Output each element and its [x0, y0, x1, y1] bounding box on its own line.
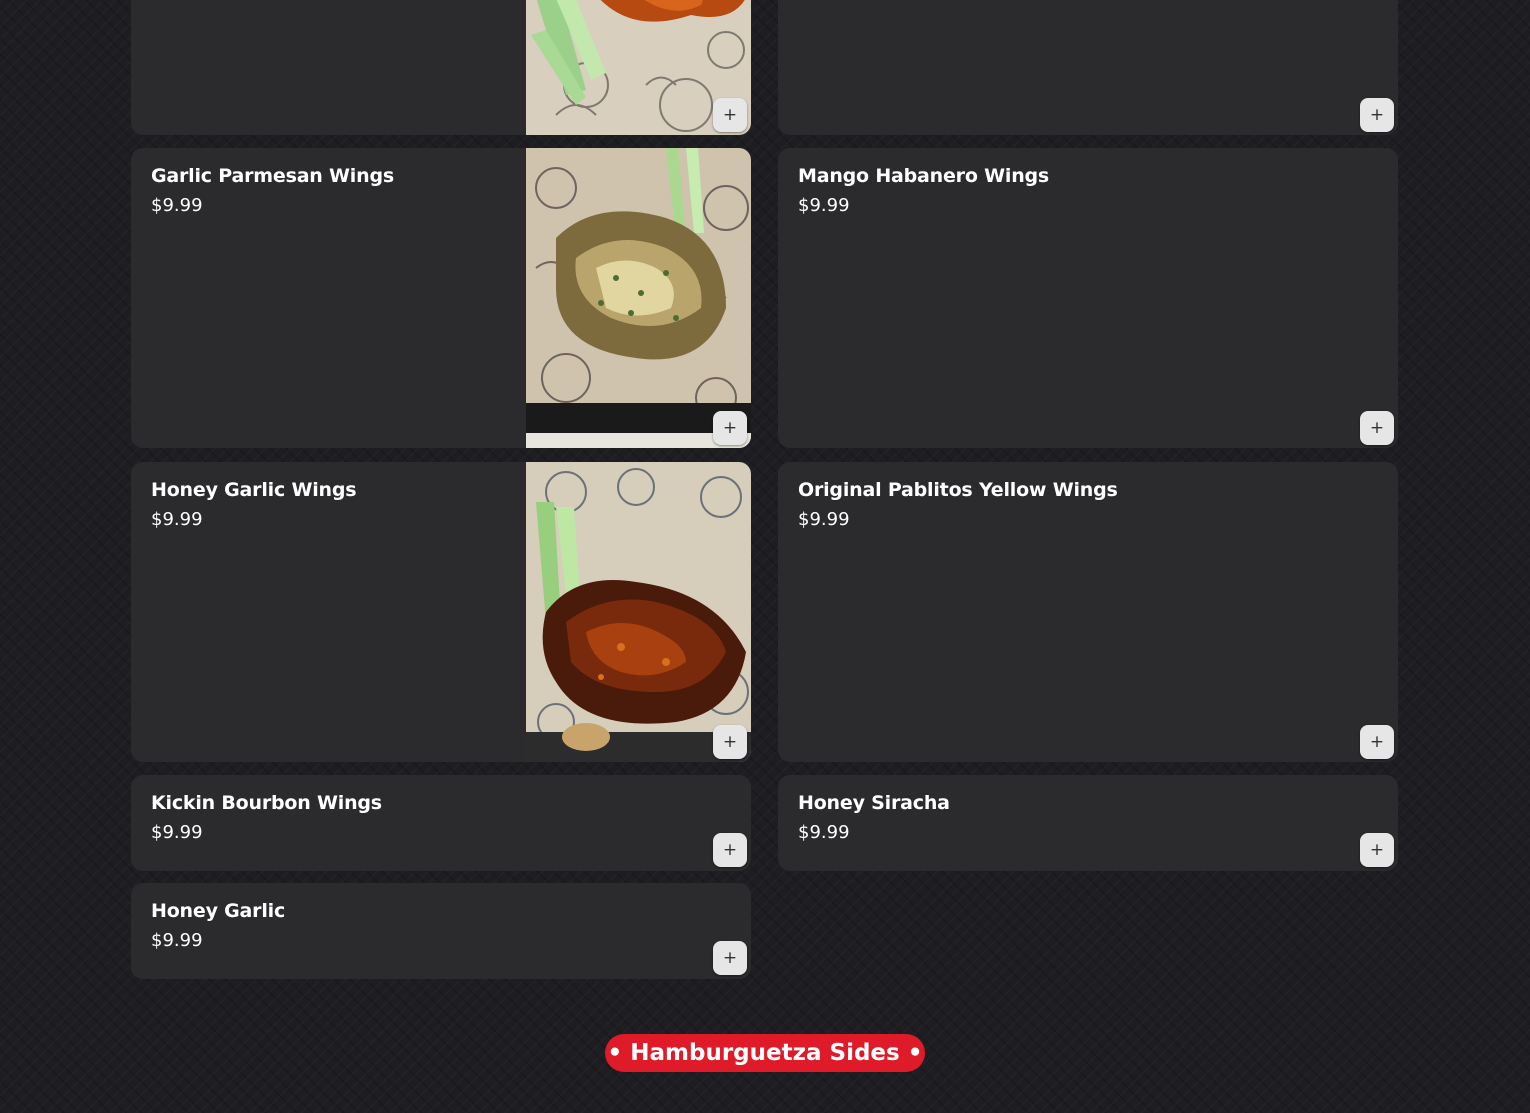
menu-item-title: Honey Siracha: [798, 792, 950, 814]
plus-icon: +: [1369, 732, 1385, 752]
menu-item-card[interactable]: Honey Siracha $9.99 +: [778, 775, 1398, 871]
add-item-button[interactable]: +: [1360, 411, 1394, 445]
add-item-button[interactable]: +: [713, 833, 747, 867]
menu-item-title: Kickin Bourbon Wings: [151, 792, 382, 814]
add-item-button[interactable]: +: [713, 411, 747, 445]
add-item-button[interactable]: +: [1360, 833, 1394, 867]
menu-item-price: $9.99: [151, 195, 203, 216]
menu-item-card[interactable]: Original Pablitos Yellow Wings $9.99 +: [778, 462, 1398, 762]
section-header-hamburguetza-sides: • Hamburguetza Sides •: [605, 1034, 925, 1072]
add-item-button[interactable]: +: [713, 98, 747, 132]
plus-icon: +: [1369, 840, 1385, 860]
menu-item-price: $9.99: [151, 930, 203, 951]
menu-item-title: Original Pablitos Yellow Wings: [798, 479, 1118, 501]
menu-item-card[interactable]: Garlic Parmesan Wings $9.99 +: [131, 148, 751, 448]
menu-item-card[interactable]: +: [131, 0, 751, 135]
menu-item-price: $9.99: [798, 195, 850, 216]
menu-item-price: $9.99: [798, 509, 850, 530]
plus-icon: +: [1369, 418, 1385, 438]
menu-item-title: Honey Garlic: [151, 900, 286, 922]
add-item-button[interactable]: +: [1360, 725, 1394, 759]
add-item-button[interactable]: +: [1360, 98, 1394, 132]
menu-item-title: Garlic Parmesan Wings: [151, 165, 394, 187]
menu-item-price: $9.99: [151, 822, 203, 843]
honey-garlic-wings-photo: [526, 462, 751, 762]
plus-icon: +: [722, 418, 738, 438]
add-item-button[interactable]: +: [713, 725, 747, 759]
plus-icon: +: [722, 840, 738, 860]
menu-item-title: Honey Garlic Wings: [151, 479, 357, 501]
plus-icon: +: [1369, 105, 1385, 125]
plus-icon: +: [722, 105, 738, 125]
garlic-parmesan-wings-photo: [526, 148, 751, 448]
garlic-parmesan-wings-image: [526, 148, 751, 448]
add-item-button[interactable]: +: [713, 941, 747, 975]
menu-item-price: $9.99: [798, 822, 850, 843]
plus-icon: +: [722, 732, 738, 752]
honey-garlic-wings-image: [526, 462, 751, 762]
menu-item-card[interactable]: Kickin Bourbon Wings $9.99 +: [131, 775, 751, 871]
plus-icon: +: [722, 948, 738, 968]
menu-item-title: Mango Habanero Wings: [798, 165, 1050, 187]
menu-item-price: $9.99: [151, 509, 203, 530]
menu-item-card[interactable]: Honey Garlic $9.99 +: [131, 883, 751, 979]
menu-item-card[interactable]: Mango Habanero Wings $9.99 +: [778, 148, 1398, 448]
menu-item-card[interactable]: Honey Garlic Wings $9.99 +: [131, 462, 751, 762]
menu-item-card[interactable]: +: [778, 0, 1398, 135]
